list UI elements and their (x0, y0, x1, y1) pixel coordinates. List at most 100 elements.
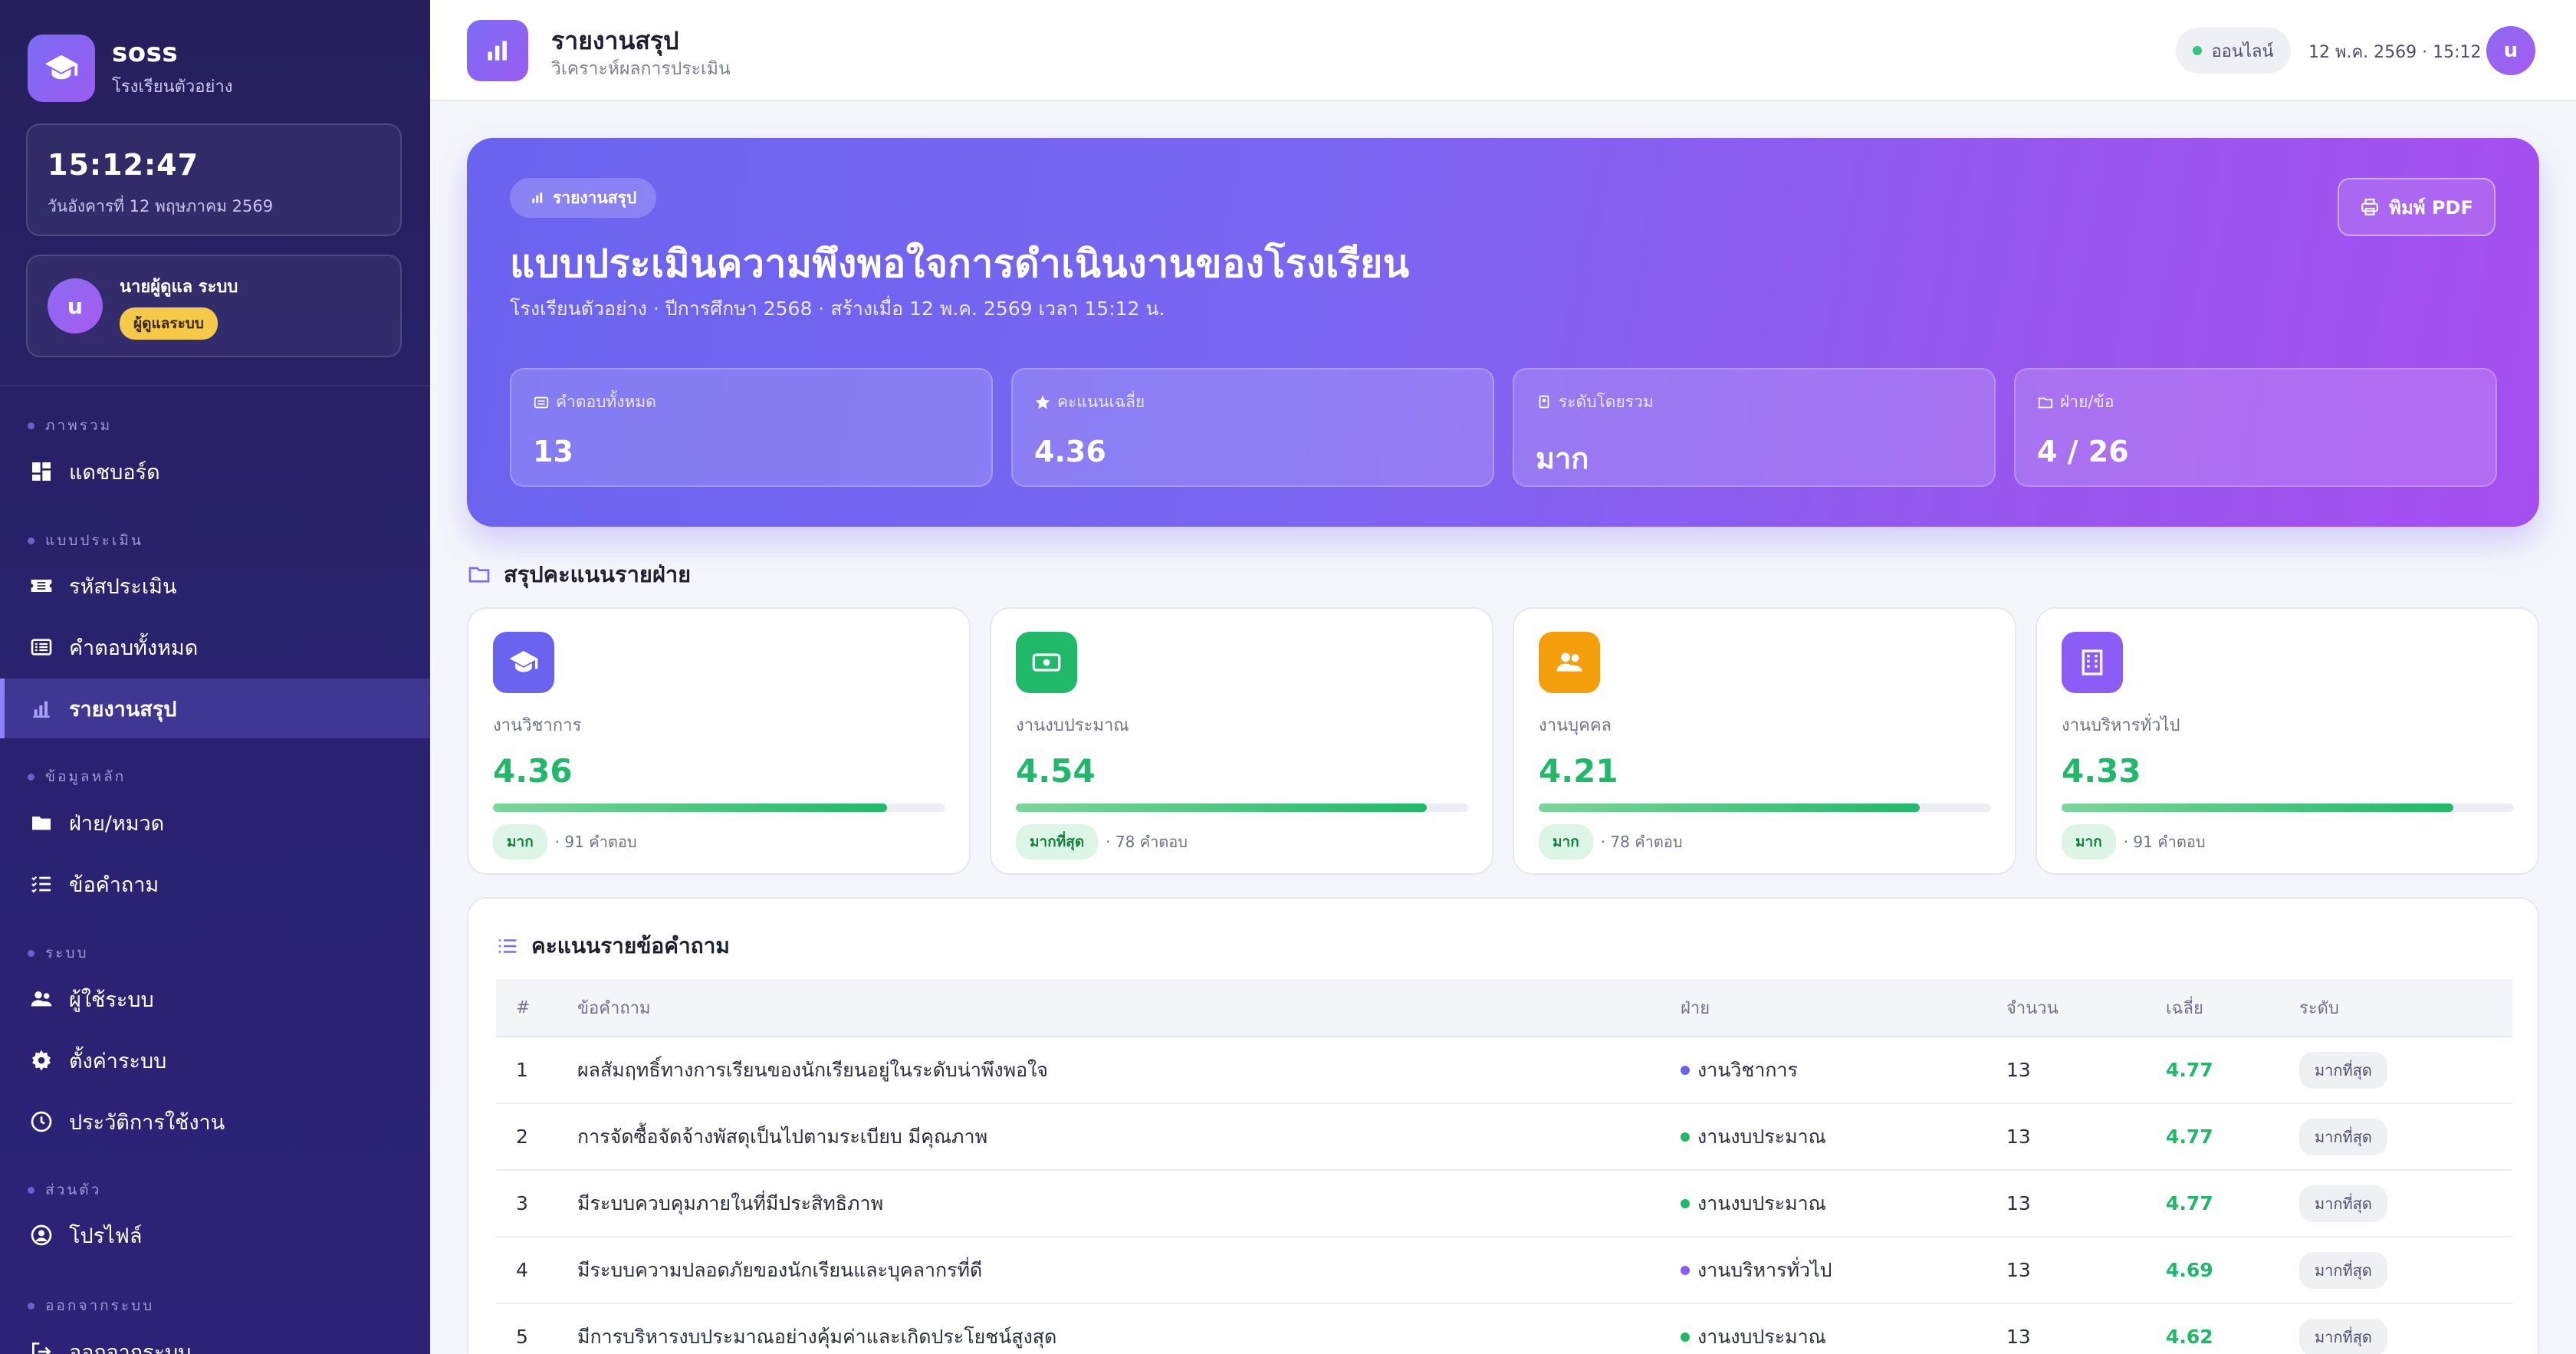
page-subtitle: วิเคราะห์ผลการประเมิน (551, 59, 731, 79)
row-dept: งานงบประมาณ (1681, 1304, 1826, 1354)
row-question: มีการบริหารงบประมาณอย่างคุ้มค่าและเกิดปร… (577, 1325, 1057, 1348)
sidebar-item-dashboard[interactable]: แดชบอร์ด (0, 442, 430, 501)
dept-progress-fill (1539, 804, 1920, 812)
row-num: 5 (516, 1326, 528, 1348)
level-badge: มาก (2062, 824, 2116, 859)
nav-section-personal: ส่วนตัว (28, 1178, 101, 1201)
sidebar-item-label: แดชบอร์ด (69, 460, 160, 485)
question-table-card: คะแนนรายข้อคำถาม # ข้อคำถาม ฝ่าย จำนวน เ… (467, 897, 2539, 1354)
dept-dot-icon (1681, 1065, 1690, 1075)
row-count: 13 (2006, 1059, 2031, 1081)
role-badge: ผู้ดูแลระบบ (120, 307, 218, 340)
award-icon (1539, 395, 1549, 408)
row-dept: งานงบประมาณ (1681, 1104, 1826, 1169)
dept-progress-bar (493, 804, 945, 812)
col-header-avg[interactable]: เฉลี่ย (2166, 979, 2203, 1036)
col-header-level[interactable]: ระดับ (2299, 979, 2339, 1036)
money-icon (1016, 632, 1077, 693)
sidebar-item-label: โปรไฟล์ (69, 1224, 143, 1248)
table-row[interactable]: 4 มีระบบความปลอดภัยของนักเรียนและบุคลากร… (496, 1237, 2512, 1304)
brand-subtitle: โรงเรียนตัวอย่าง (112, 77, 233, 97)
printer-icon (2361, 199, 2378, 215)
dept-progress-bar (2062, 804, 2514, 812)
list-icon (498, 939, 517, 953)
sidebar-item-report[interactable]: รายงานสรุป (0, 679, 430, 738)
row-question: มีระบบควบคุมภายในที่มีประสิทธิภาพ (577, 1191, 884, 1214)
sidebar-item-questions[interactable]: ข้อคำถาม (0, 854, 430, 914)
row-count: 13 (2006, 1126, 2031, 1148)
row-avg: 4.77 (2166, 1059, 2213, 1081)
print-pdf-button[interactable]: พิมพ์ PDF (2338, 178, 2496, 236)
dept-dot-icon (1681, 1332, 1690, 1342)
sidebar-item-label: ตั้งค่าระบบ (69, 1049, 167, 1073)
row-count: 13 (2006, 1326, 2031, 1348)
sidebar-item-label: รายงานสรุป (69, 697, 177, 721)
dept-card-personnel[interactable]: งานบุคคล 4.21 มาก · 78 คำตอบ (1513, 607, 2016, 875)
col-header-num[interactable]: # (516, 979, 530, 1036)
table-row[interactable]: 3 มีระบบควบคุมภายในที่มีประสิทธิภาพ งานง… (496, 1171, 2512, 1237)
table-row[interactable]: 1 ผลสัมฤทธิ์ทางการเรียนของนักเรียนอยู่ใน… (496, 1037, 2512, 1104)
sidebar-item-responses[interactable]: คำตอบทั้งหมด (0, 617, 430, 677)
dept-progress-fill (493, 804, 888, 812)
dept-progress-bar (1016, 804, 1468, 812)
user-card[interactable]: u นายผู้ดูแล ระบบ ผู้ดูแลระบบ (26, 255, 402, 357)
response-count: · 91 คำตอบ (2123, 833, 2206, 851)
sidebar-item-label: ข้อคำถาม (69, 873, 159, 897)
dept-name: งานบุคคล (1539, 716, 1612, 735)
nav-section-overview: ภาพรวม (28, 414, 112, 437)
dept-score: 4.54 (1016, 752, 1096, 790)
dept-score: 4.33 (2062, 752, 2141, 790)
stat-average-score: คะแนนเฉลี่ย 4.36 (1011, 368, 1494, 487)
sidebar-item-users[interactable]: ผู้ใช้ระบบ (0, 969, 430, 1029)
sidebar-item-codes[interactable]: รหัสประเมิน (0, 556, 430, 616)
sidebar-item-settings[interactable]: ตั้งค่าระบบ (0, 1030, 430, 1090)
nav-section-assessment: แบบประเมิน (28, 529, 143, 552)
avatar[interactable]: u (2486, 26, 2535, 75)
stat-overall-level: ระดับโดยรวม มาก (1513, 368, 1996, 487)
sidebar-divider (0, 385, 430, 386)
row-count: 13 (2006, 1192, 2031, 1214)
checklist-icon (28, 870, 55, 898)
row-avg: 4.62 (2166, 1326, 2213, 1348)
status-label: ออนไลน์ (2211, 41, 2274, 61)
row-num: 1 (516, 1059, 528, 1081)
clock-date: วันอังคารที่ 12 พฤษภาคม 2569 (48, 197, 274, 215)
row-level: มากที่สุด (2299, 1237, 2387, 1303)
brand[interactable]: soss โรงเรียนตัวอย่าง (28, 35, 232, 102)
table-row[interactable]: 5 มีการบริหารงบประมาณอย่างคุ้มค่าและเกิด… (496, 1304, 2512, 1354)
row-num: 2 (516, 1126, 528, 1148)
row-level: มากที่สุด (2299, 1304, 2387, 1354)
col-header-count[interactable]: จำนวน (2006, 979, 2058, 1036)
dept-card-academic[interactable]: งานวิชาการ 4.36 มาก · 91 คำตอบ (467, 607, 971, 875)
sidebar-item-label: ผู้ใช้ระบบ (69, 988, 154, 1012)
users-icon (28, 985, 55, 1013)
dept-card-general-admin[interactable]: งานบริหารทั่วไป 4.33 มาก · 91 คำตอบ (2036, 607, 2539, 875)
col-header-question[interactable]: ข้อคำถาม (577, 979, 651, 1036)
folder-icon (2038, 397, 2053, 408)
clock-card: 15:12:47 วันอังคารที่ 12 พฤษภาคม 2569 (26, 123, 402, 236)
sidebar-item-history[interactable]: ประวัติการใช้งาน (0, 1092, 430, 1152)
sidebar-item-departments[interactable]: ฝ่าย/หมวด (0, 793, 430, 853)
top-header: รายงานสรุป วิเคราะห์ผลการประเมิน ออนไลน์… (430, 0, 2576, 101)
col-header-dept[interactable]: ฝ่าย (1681, 979, 1710, 1036)
sidebar-item-label: รหัสประเมิน (69, 574, 177, 599)
status-badge: ออนไลน์ (2176, 28, 2291, 74)
row-dept: งานวิชาการ (1681, 1037, 1798, 1103)
table-row[interactable]: 2 การจัดซื้อจัดจ้างพัสดุเป็นไปตามระเบียบ… (496, 1104, 2512, 1171)
dashboard-icon (28, 458, 55, 485)
sidebar-item-label: ฝ่าย/หมวด (69, 811, 165, 836)
report-title: แบบประเมินความพึงพอใจการดำเนินงานของโรงเ… (510, 242, 1410, 286)
dept-card-budget[interactable]: งานงบประมาณ 4.54 มากที่สุด · 78 คำตอบ (990, 607, 1493, 875)
row-level: มากที่สุด (2299, 1104, 2387, 1169)
brand-name: soss (112, 37, 179, 68)
response-count: · 78 คำตอบ (1106, 833, 1188, 851)
bar-chart-icon (28, 695, 55, 722)
bar-chart-icon (467, 20, 528, 81)
dept-progress-bar (1539, 804, 1991, 812)
row-dept: งานบริหารทั่วไป (1681, 1237, 1832, 1303)
sidebar-item-profile[interactable]: โปรไฟล์ (0, 1205, 430, 1265)
gear-icon (28, 1047, 55, 1074)
row-question: มีระบบความปลอดภัยของนักเรียนและบุคลากรที… (577, 1258, 983, 1281)
sidebar-item-logout[interactable]: ออกจากระบบ (0, 1322, 430, 1354)
folder-icon (28, 809, 55, 836)
